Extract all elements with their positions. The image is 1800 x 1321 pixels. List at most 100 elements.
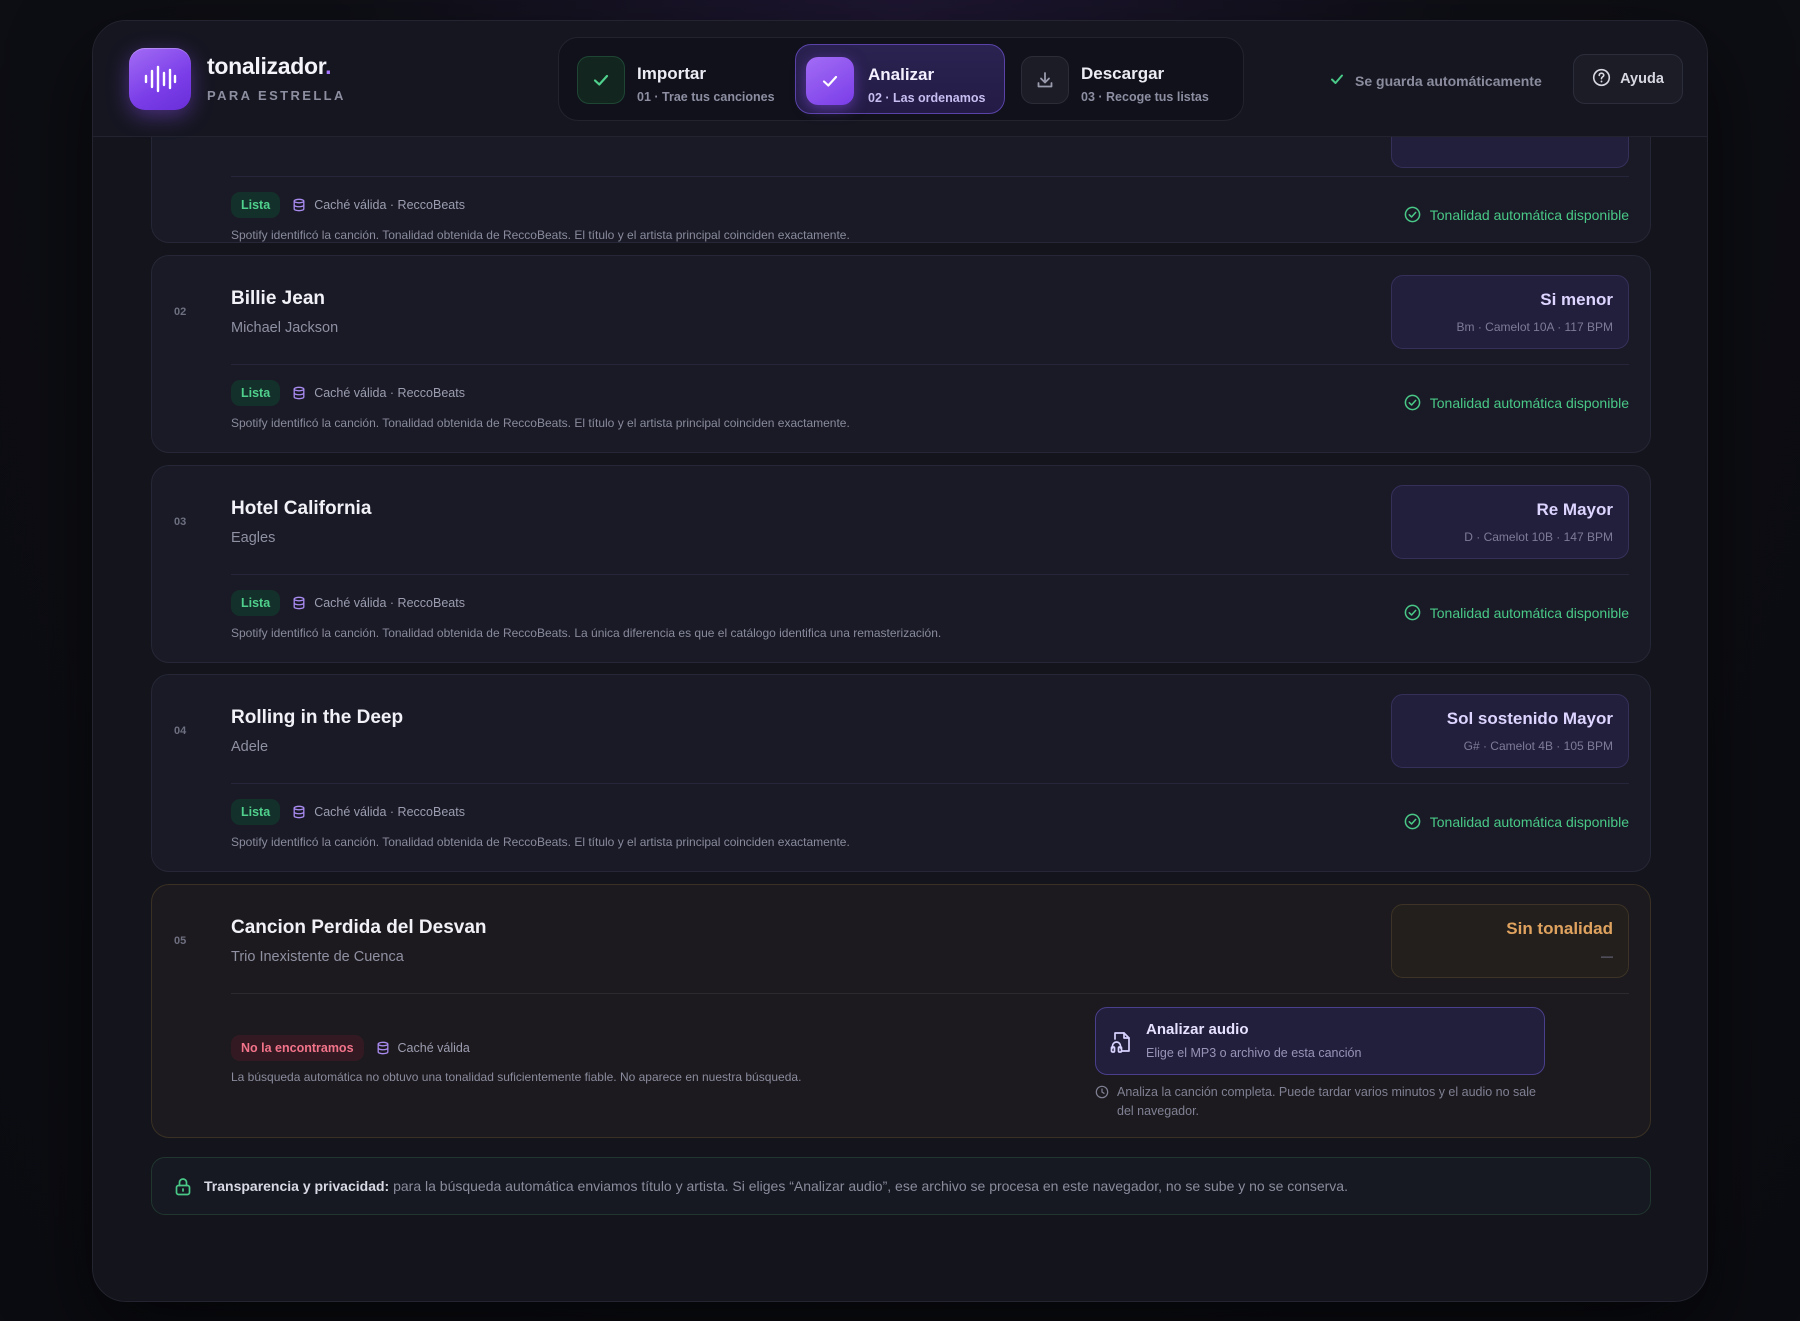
step-analizar[interactable]: Analizar 02 · Las ordenamos xyxy=(795,44,1005,114)
key-name: Sol sostenido Mayor xyxy=(1446,709,1613,728)
check-circle-icon xyxy=(1404,813,1421,830)
analyze-audio-note-text: Analiza la canción completa. Puede tarda… xyxy=(1117,1085,1536,1118)
divider xyxy=(231,176,1629,177)
song-card-not-found: 05 Cancion Perdida del Desvan Trio Inexi… xyxy=(151,884,1651,1138)
key-meta: G# · Camelot 4B · 105 BPM xyxy=(1463,739,1613,753)
match-note: Spotify identificó la canción. Tonalidad… xyxy=(231,626,942,640)
analyze-audio-subtitle: Elige el MP3 o archivo de esta canción xyxy=(1146,1046,1362,1060)
status-badge: Lista xyxy=(231,192,281,218)
key-name: Sin tonalidad xyxy=(1506,919,1613,938)
brand-subtitle: PARA ESTRELLA xyxy=(207,88,346,103)
check-icon xyxy=(1329,71,1345,90)
audio-file-icon xyxy=(1110,1030,1132,1059)
clock-icon xyxy=(1095,1085,1109,1099)
download-icon xyxy=(1021,56,1069,104)
key-meta: — xyxy=(1601,949,1613,963)
database-icon xyxy=(293,805,305,819)
divider xyxy=(231,574,1629,575)
lock-icon xyxy=(175,1177,191,1195)
auto-key-status: Tonalidad automática disponible xyxy=(1404,206,1629,223)
status-badge: Lista xyxy=(231,380,281,406)
auto-key-label: Tonalidad automática disponible xyxy=(1429,813,1629,830)
cache-info: Caché válida · ReccoBeats xyxy=(292,198,465,212)
song-artist: Michael Jackson xyxy=(231,320,339,336)
database-icon xyxy=(293,198,305,212)
check-circle-icon xyxy=(1404,604,1421,621)
auto-key-status: Tonalidad automática disponible xyxy=(1404,604,1629,621)
step-title: Analizar xyxy=(868,65,935,84)
question-circle-icon xyxy=(1592,68,1611,91)
database-icon xyxy=(293,386,305,400)
check-icon xyxy=(577,56,625,104)
cache-label: Caché válida xyxy=(397,1041,470,1055)
autosave-status: Se guarda automáticamente xyxy=(1329,71,1542,90)
database-icon xyxy=(377,1041,388,1055)
help-button[interactable]: Ayuda xyxy=(1573,54,1683,104)
brand: tonalizador. PARA ESTRELLA xyxy=(207,53,346,103)
match-note: Spotify identificó la canción. Tonalidad… xyxy=(231,416,850,430)
track-number: 05 xyxy=(174,935,187,947)
privacy-banner: Transparencia y privacidad: para la búsq… xyxy=(151,1157,1651,1215)
key-box: Sin tonalidad — xyxy=(1391,904,1629,978)
key-meta: Bm · Camelot 10A · 117 BPM xyxy=(1456,320,1613,334)
status-row: Lista Caché válida · ReccoBeats xyxy=(231,590,465,616)
cache-info: Caché válida xyxy=(376,1041,470,1055)
step-importar[interactable]: Importar 01 · Trae tus canciones xyxy=(571,44,785,114)
analyze-audio-note: Analiza la canción completa. Puede tarda… xyxy=(1095,1083,1545,1121)
privacy-text: Transparencia y privacidad: para la búsq… xyxy=(204,1178,1348,1194)
status-badge: Lista xyxy=(231,590,281,616)
divider xyxy=(231,783,1629,784)
key-meta: D · Camelot 10B · 147 BPM xyxy=(1464,530,1613,544)
cache-label: Caché válida · ReccoBeats xyxy=(314,386,465,400)
key-box[interactable]: Sol sostenido Mayor G# · Camelot 4B · 10… xyxy=(1391,694,1629,768)
progress-stepper: Importar 01 · Trae tus canciones Analiza… xyxy=(558,37,1244,121)
cache-info: Caché válida · ReccoBeats xyxy=(292,596,465,610)
match-note: La búsqueda automática no obtuvo una ton… xyxy=(231,1070,802,1084)
privacy-label: Transparencia y privacidad: xyxy=(204,1178,390,1194)
cache-info: Caché válida · ReccoBeats xyxy=(292,386,465,400)
match-note: Spotify identificó la canción. Tonalidad… xyxy=(231,835,850,849)
auto-key-label: Tonalidad automática disponible xyxy=(1429,206,1629,223)
song-title: Rolling in the Deep xyxy=(231,707,404,728)
cache-label: Caché válida · ReccoBeats xyxy=(314,596,465,610)
step-subtitle: 02 · Las ordenamos xyxy=(868,91,986,105)
database-icon xyxy=(293,596,305,610)
auto-key-status: Tonalidad automática disponible xyxy=(1404,813,1629,830)
status-badge: No la encontramos xyxy=(231,1035,364,1061)
track-number: 03 xyxy=(174,516,187,528)
cache-label: Caché válida · ReccoBeats xyxy=(314,198,465,212)
check-circle-icon xyxy=(1404,394,1421,411)
soundwave-logo-icon xyxy=(129,48,191,110)
auto-key-label: Tonalidad automática disponible xyxy=(1429,604,1629,621)
track-number: 04 xyxy=(174,725,187,737)
auto-key-label: Tonalidad automática disponible xyxy=(1429,394,1629,411)
step-descargar[interactable]: Descargar 03 · Recoge tus listas xyxy=(1015,44,1237,114)
divider xyxy=(231,364,1629,365)
key-box[interactable]: Si menor Bm · Camelot 10A · 117 BPM xyxy=(1391,275,1629,349)
analyze-audio-button[interactable]: Analizar audio Elige el MP3 o archivo de… xyxy=(1095,1007,1545,1075)
app-header: tonalizador. PARA ESTRELLA Importar 01 ·… xyxy=(93,21,1707,137)
key-name: Si menor xyxy=(1540,290,1613,309)
track-number: 02 xyxy=(174,306,187,318)
cache-label: Caché válida · ReccoBeats xyxy=(314,805,465,819)
key-box[interactable]: Re Mayor D · Camelot 10B · 147 BPM xyxy=(1391,485,1629,559)
song-card: 04 Rolling in the Deep Adele Sol sosteni… xyxy=(151,674,1651,872)
song-artist: Trio Inexistente de Cuenca xyxy=(231,949,404,965)
status-badge: Lista xyxy=(231,799,281,825)
song-title: Billie Jean xyxy=(231,288,325,309)
step-subtitle: 03 · Recoge tus listas xyxy=(1081,90,1209,104)
check-icon xyxy=(806,57,854,105)
check-circle-icon xyxy=(1404,206,1421,223)
song-artist: Adele xyxy=(231,739,269,755)
status-row: Lista Caché válida · ReccoBeats xyxy=(231,380,465,406)
status-row: No la encontramos Caché válida xyxy=(231,1035,470,1061)
app-window: tonalizador. PARA ESTRELLA Importar 01 ·… xyxy=(92,20,1708,1302)
analyze-audio-title: Analizar audio xyxy=(1146,1021,1249,1038)
status-row: Lista Caché válida · ReccoBeats xyxy=(231,799,465,825)
auto-key-status: Tonalidad automática disponible xyxy=(1404,394,1629,411)
step-subtitle: 01 · Trae tus canciones xyxy=(637,90,775,104)
song-artist: Eagles xyxy=(231,530,276,546)
song-card: 02 Billie Jean Michael Jackson Si menor … xyxy=(151,255,1651,453)
privacy-body: para la búsqueda automática enviamos tít… xyxy=(393,1178,1348,1194)
autosave-label: Se guarda automáticamente xyxy=(1355,72,1542,89)
